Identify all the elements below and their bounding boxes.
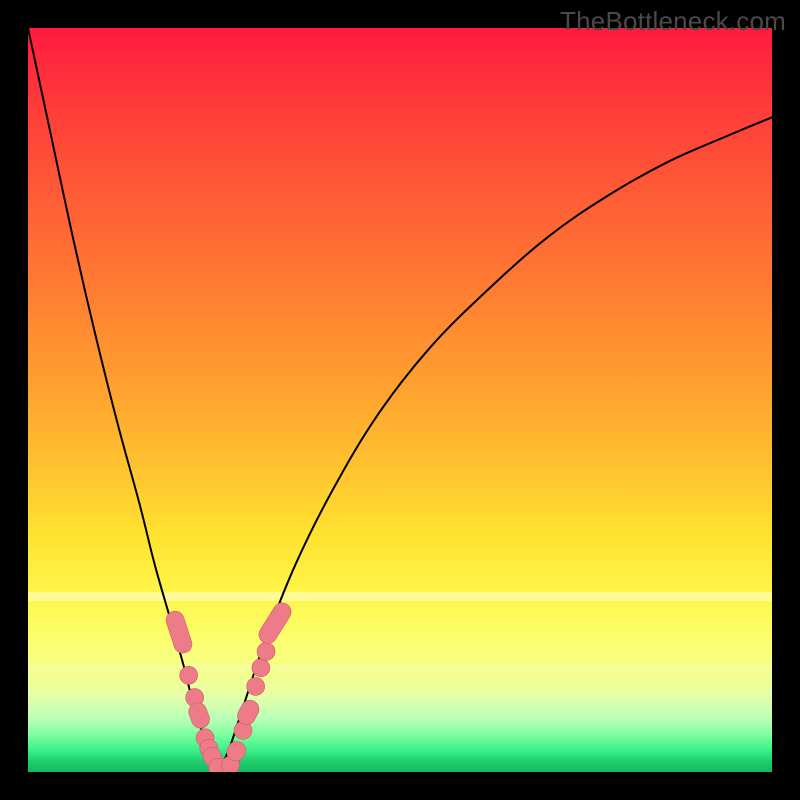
marker-10 — [234, 721, 252, 739]
marker-15 — [256, 600, 295, 647]
marker-2 — [186, 689, 204, 707]
marker-11 — [234, 697, 262, 728]
marker-13 — [252, 659, 270, 677]
curve-right-branch — [220, 117, 772, 767]
marker-0 — [164, 609, 194, 656]
gradient-band-lower — [28, 664, 772, 671]
marker-7 — [209, 759, 231, 772]
plot-area — [28, 28, 772, 772]
marker-14 — [257, 642, 275, 660]
marker-12 — [247, 677, 265, 695]
curve-layer — [28, 28, 772, 772]
chart-frame: TheBottleneck.com — [0, 0, 800, 800]
marker-1 — [180, 666, 198, 684]
marker-9 — [224, 738, 249, 764]
watermark-text: TheBottleneck.com — [560, 6, 786, 37]
curve-left-branch — [28, 28, 220, 768]
marker-3 — [186, 700, 212, 731]
marker-4 — [196, 729, 214, 747]
marker-5 — [200, 739, 218, 757]
gradient-band-upper — [28, 592, 772, 601]
marker-6 — [200, 744, 225, 770]
marker-8 — [221, 756, 239, 772]
